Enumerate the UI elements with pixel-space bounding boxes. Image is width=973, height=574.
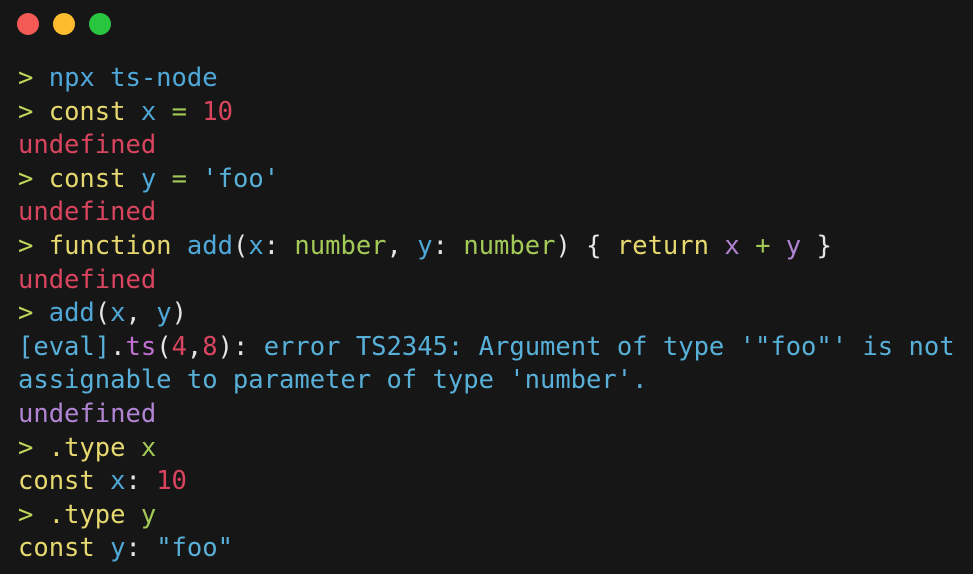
token: : [263,230,295,261]
token: const [48,96,126,127]
token: > [18,63,49,93]
token: const [48,163,126,194]
token: : [125,466,157,497]
terminal-console-output[interactable]: > npx ts-node > const x = 10 undefined > co… [0,62,973,566]
token: y [140,163,157,194]
console-line-cmd-type-x: > .type x [18,432,955,466]
token: number [463,230,556,261]
token: add [186,230,233,261]
token: , [186,331,203,362]
token: , [125,298,157,329]
token: 10 [156,466,187,497]
token: ( [94,298,111,329]
token: ) [171,298,187,329]
token: > [18,230,49,261]
token: error TS2345: [263,331,464,362]
console-line-out-type-x: const x: 10 [18,465,955,499]
token: npx ts-node [48,63,218,93]
token: ( [156,331,172,362]
token: function [48,230,172,261]
console-line-out-type-y: const y: "foo" [18,532,955,566]
console-line-out-undefined-4: undefined [18,398,955,432]
console-line-cmd-type-y: > .type y [18,499,955,533]
console-line-cmd-function-add: > function add(x: number, y: number) { r… [18,230,955,264]
token: y [110,533,126,564]
token: . [110,331,126,362]
token: > [18,432,49,463]
token: add [48,298,95,329]
token: 8 [202,331,218,362]
token: undefined [18,398,157,429]
token: > [18,298,49,329]
token: > [18,499,49,530]
token: x [248,230,264,261]
token: : [432,230,464,261]
token: number [294,230,387,261]
token: ): [217,331,264,362]
token: > [18,96,49,127]
token: undefined [18,130,157,161]
token: x [110,298,126,329]
token: ) { [555,230,617,261]
console-line-cmd-npx-ts-node: > npx ts-node [18,62,955,96]
token: 10 [202,96,233,127]
terminal-window: > npx ts-node > const x = 10 undefined > co… [0,0,973,574]
token: const [18,466,95,497]
token: y [156,298,172,329]
token: return [616,230,709,261]
token: undefined [18,264,157,295]
token: [eval] [18,331,111,362]
token: x [140,432,157,463]
token: + [755,230,771,261]
token: > [18,163,49,194]
token: 'foo' [202,163,280,194]
token: ( [232,230,249,261]
token: y [785,230,802,261]
console-line-out-undefined-2: undefined [18,196,955,230]
token: , [386,230,418,261]
token: x [110,466,126,497]
token: const [18,533,95,564]
token: .type [48,432,126,463]
console-line-cmd-add-call: > add(x, y) [18,297,955,331]
token: ts [125,331,157,362]
window-titlebar [0,0,973,48]
token: .type [48,499,126,530]
token: 4 [171,331,187,362]
token: "foo" [156,533,233,564]
token: y [140,499,157,530]
token: = [171,163,187,194]
console-line-cmd-const-y: > const y = 'foo' [18,163,955,197]
console-line-cmd-const-x: > const x = 10 [18,96,955,130]
token: } [801,230,832,261]
token: x [140,96,157,127]
token: = [171,96,187,127]
zoom-button[interactable] [89,13,111,35]
console-line-out-undefined-1: undefined [18,129,955,163]
token: x [724,230,740,261]
console-line-out-ts-error: [eval].ts(4,8): error TS2345: Argument o… [18,331,955,398]
token: y [417,230,433,261]
console-line-out-undefined-3: undefined [18,264,955,298]
close-button[interactable] [17,13,39,35]
token: undefined [18,197,157,228]
token: : [125,533,157,564]
minimize-button[interactable] [53,13,75,35]
